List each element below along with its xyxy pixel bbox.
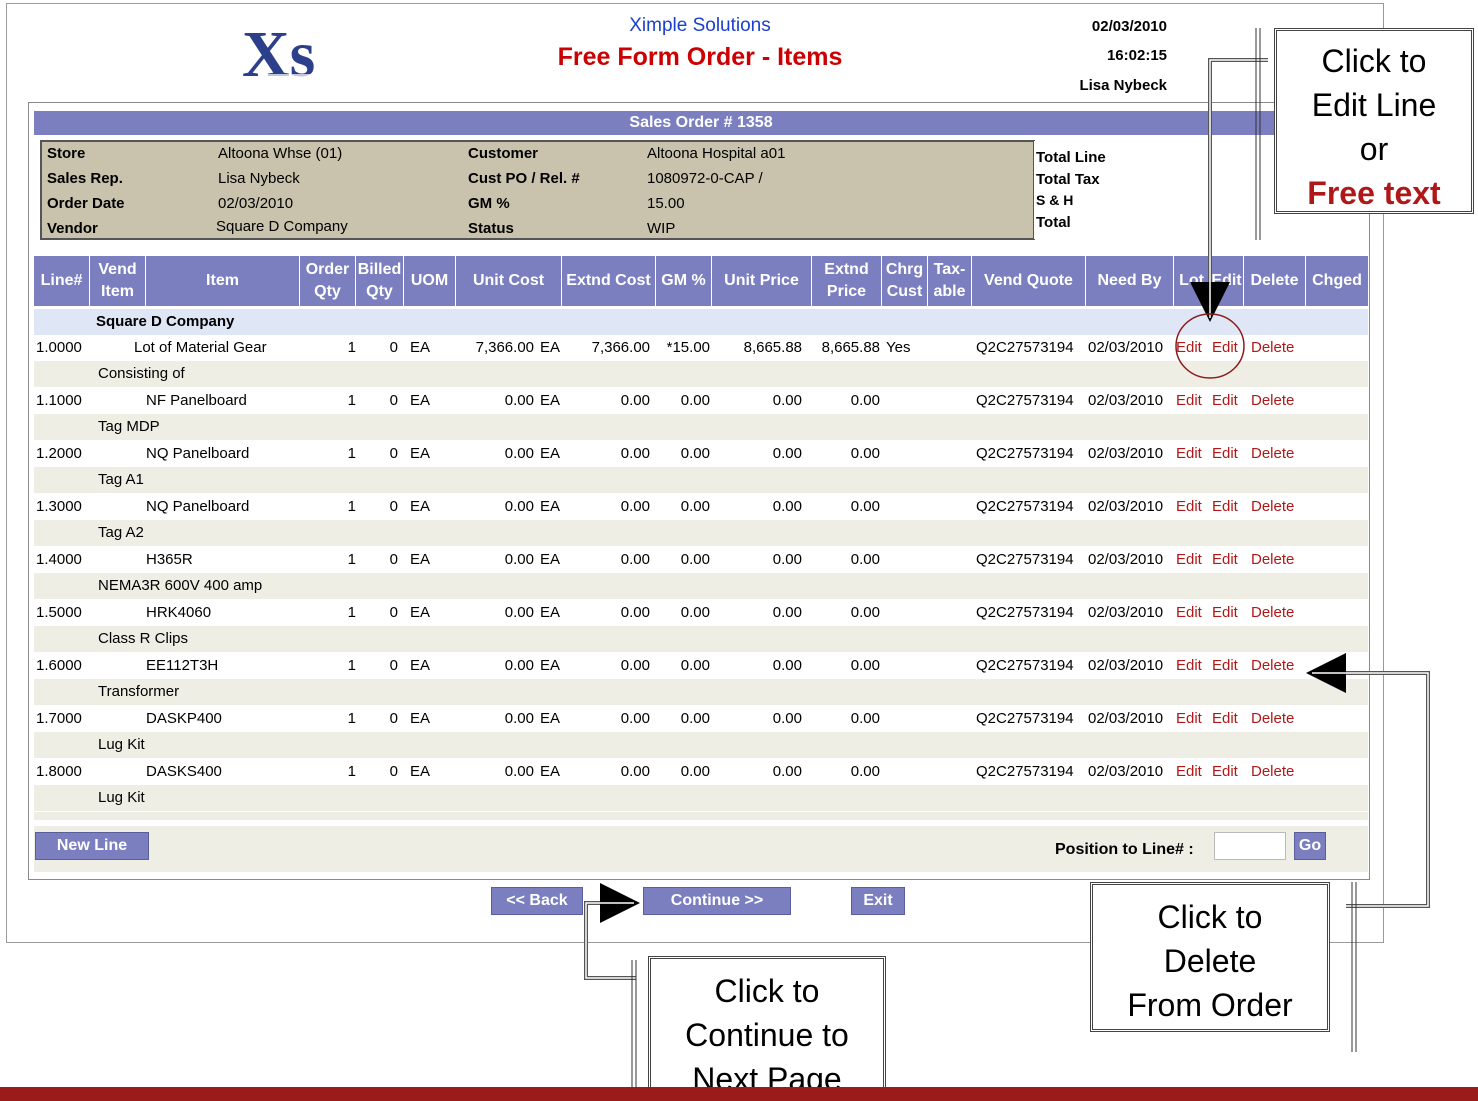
edit-callout-line1: Click to xyxy=(1321,43,1427,79)
delete-callout-line1: Click to xyxy=(1157,899,1263,935)
edit-highlight-circle xyxy=(1175,313,1245,379)
edit-connector xyxy=(1190,58,1268,322)
delete-callout-line3: From Order xyxy=(1127,987,1293,1023)
edit-callout: Click to Edit Line or Free text xyxy=(1274,28,1474,214)
edit-callout-line2: Edit Line xyxy=(1311,87,1437,123)
delete-callout-line2: Delete xyxy=(1163,943,1257,979)
slide-accent-bar xyxy=(0,1087,1478,1101)
continue-callout-line1: Click to xyxy=(714,973,820,1009)
continue-connector xyxy=(584,883,640,980)
continue-callout-line2: Continue to xyxy=(685,1017,849,1053)
continue-callout: Click to Continue to Next Page xyxy=(648,956,886,1101)
delete-callout: Click to Delete From Order xyxy=(1090,882,1330,1032)
delete-connector xyxy=(1306,653,1430,908)
edit-callout-line3: or xyxy=(1359,131,1389,167)
edit-callout-line4: Free text xyxy=(1307,175,1441,211)
